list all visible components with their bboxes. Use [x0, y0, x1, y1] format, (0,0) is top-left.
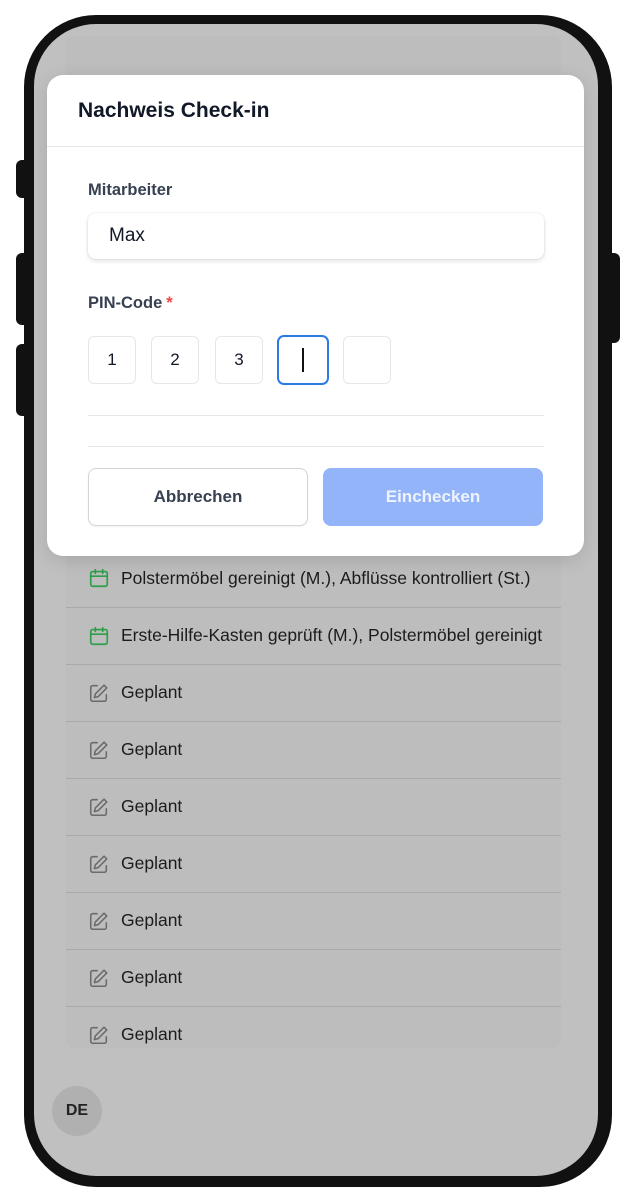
list-item[interactable]: Geplant	[66, 1006, 561, 1062]
list-item[interactable]: Geplant	[66, 892, 561, 948]
pin-label-text: PIN-Code	[88, 294, 163, 312]
divider	[88, 446, 544, 447]
text-caret	[302, 348, 304, 372]
edit-icon	[88, 796, 110, 818]
dialog-title: Nachweis Check-in	[78, 99, 270, 122]
list-item-text: Geplant	[121, 967, 183, 987]
pin-digit-1[interactable]	[88, 336, 136, 384]
pin-label: PIN-Code *	[88, 294, 173, 313]
checkin-button[interactable]: Einchecken	[323, 468, 543, 526]
list-item[interactable]: Geplant	[66, 949, 561, 1005]
edit-icon	[88, 739, 110, 761]
cancel-button[interactable]: Abbrechen	[88, 468, 308, 526]
device-stage: Polstermöbel gereinigt (M.), Abflüsse ko…	[0, 0, 630, 1200]
list-item[interactable]: Geplant	[66, 778, 561, 834]
edit-icon	[88, 853, 110, 875]
list-item-text: Geplant	[121, 910, 183, 930]
edit-icon	[88, 967, 110, 989]
list-item-text: Geplant	[121, 853, 183, 873]
calendar-icon	[88, 625, 110, 647]
employee-input[interactable]	[88, 213, 544, 259]
pin-digit-5[interactable]	[343, 336, 391, 384]
divider	[88, 415, 544, 416]
checkin-dialog: Nachweis Check-in Mitarbeiter PIN-Code* …	[47, 75, 584, 556]
list-item[interactable]: Geplant	[66, 721, 561, 777]
edit-icon	[88, 1024, 110, 1046]
list-item-text: Polstermöbel gereinigt (M.), Abflüsse ko…	[121, 567, 531, 588]
list-item[interactable]: Geplant	[66, 664, 561, 720]
list-item-text: Geplant	[121, 1024, 183, 1044]
list-item[interactable]: Polstermöbel gereinigt (M.), Abflüsse ko…	[66, 550, 561, 606]
employee-label: Mitarbeiter	[88, 181, 173, 199]
edit-icon	[88, 682, 110, 704]
edit-icon	[88, 910, 110, 932]
list-item[interactable]: Erste-Hilfe-Kasten geprüft (M.), Polster…	[66, 607, 561, 663]
list-item[interactable]: Geplant	[66, 835, 561, 891]
language-switcher[interactable]: DE	[52, 1086, 102, 1136]
dialog-header: Nachweis Check-in	[47, 75, 584, 147]
list-item-text: Erste-Hilfe-Kasten geprüft (M.), Polster…	[121, 625, 543, 645]
pin-digit-2[interactable]	[151, 336, 199, 384]
list-item-text: Geplant	[121, 739, 183, 759]
list-item-text: Geplant	[121, 796, 183, 816]
list-item-text: Geplant	[121, 682, 183, 702]
calendar-icon	[88, 567, 110, 589]
pin-digit-3[interactable]	[215, 336, 263, 384]
required-mark: *	[166, 294, 173, 312]
